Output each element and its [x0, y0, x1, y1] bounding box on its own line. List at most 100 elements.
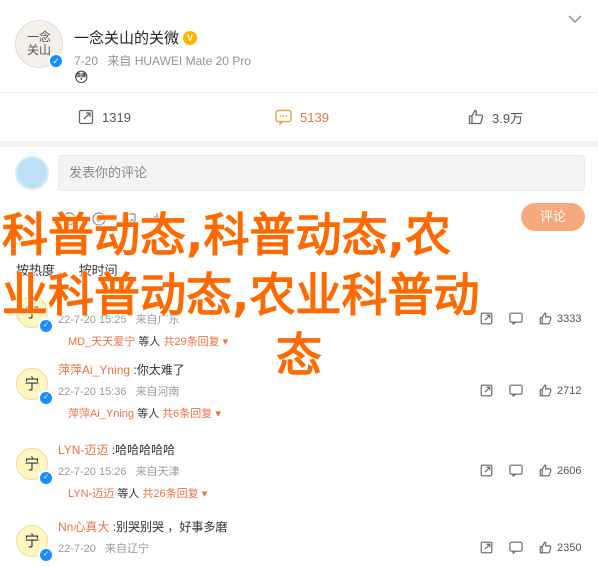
- comment-time: 22-7-20: [58, 543, 96, 555]
- chevron-down-icon[interactable]: [568, 14, 582, 24]
- comment-like-button[interactable]: 2606: [539, 464, 581, 477]
- tab-sort-time[interactable]: 按时间: [79, 263, 118, 278]
- comment-reply-summary[interactable]: 萍萍Ai_Yning 等人 共6条回复 ▾: [68, 405, 221, 421]
- comment-meta: 22-7-20 15:25 来自广东: [58, 311, 186, 327]
- comment-meta: 22-7-20 15:36 来自河南: [58, 383, 186, 399]
- comment-location: 来自河南: [135, 386, 180, 398]
- comment-actions: 3333: [480, 312, 581, 325]
- comment-submit-button[interactable]: 评论: [521, 203, 585, 231]
- comment-like-count: 2350: [557, 541, 582, 554]
- verified-icon: ✓: [38, 470, 54, 486]
- comment-reply-summary[interactable]: MD_天天爱宁 等人 共29条回复 ▾: [68, 333, 228, 349]
- comment-actions: 2712: [480, 384, 581, 397]
- tab-sort-hot[interactable]: 按热度: [16, 263, 55, 278]
- comment-text-line: 萍萍Ai_Yning :你太难了: [58, 361, 185, 378]
- post-emoji: 😳: [74, 69, 89, 85]
- comment-username[interactable]: Nn心真大: [58, 520, 109, 534]
- verified-icon: ✓: [38, 390, 54, 406]
- verified-icon: ✓: [48, 53, 64, 69]
- hashtag-icon[interactable]: [152, 212, 166, 226]
- post-meta: 7-20 来自 HUAWEI Mate 20 Pro: [74, 52, 257, 69]
- vip-badge-icon: V: [183, 30, 198, 45]
- thumbs-up-icon: [539, 541, 552, 554]
- like-button[interactable]: 3.9万: [468, 104, 523, 130]
- comment-text: :别哭别哭 ，好事多磨: [112, 520, 228, 534]
- comment-like-count: 2606: [557, 464, 582, 477]
- post-source: 来自 HUAWEI Mate 20 Pro: [107, 54, 251, 68]
- reply-count-link[interactable]: 共6条回复: [162, 408, 212, 420]
- comment-text-line: Nn心真大 :别哭别哭 ，好事多磨: [58, 518, 227, 535]
- share-icon[interactable]: [480, 312, 493, 325]
- verified-icon: ✓: [38, 318, 54, 334]
- reply-count-link[interactable]: 共26条回复: [142, 488, 198, 500]
- caret-down-icon: ▾: [222, 336, 229, 348]
- like-count: 3.9万: [492, 110, 524, 126]
- comment-like-count: 3333: [557, 312, 582, 325]
- share-icon[interactable]: [480, 464, 493, 477]
- comment-count: 5139: [300, 109, 329, 125]
- comment-time: 22-7-20 15:36: [58, 386, 127, 398]
- reply-username[interactable]: 萍萍Ai_Yning: [68, 408, 134, 420]
- reply-icon[interactable]: [509, 464, 523, 477]
- comment-location: 来自天津: [135, 466, 180, 478]
- comment-like-button[interactable]: 3333: [539, 312, 581, 325]
- comment-text: :你太难了: [133, 363, 185, 377]
- comment-actions: 2606: [480, 464, 581, 477]
- comment-like-count: 2712: [557, 384, 582, 397]
- comment-text: :哈哈哈哈哈: [111, 443, 176, 457]
- thumbs-up-icon: [539, 384, 552, 397]
- comment-text-line: LYN-迈迈 :哈哈哈哈哈: [58, 441, 175, 458]
- reply-username[interactable]: LYN-迈迈: [68, 488, 114, 500]
- share-button[interactable]: 1319: [78, 104, 131, 130]
- reply-count-link[interactable]: 共29条回复: [163, 336, 219, 348]
- comment-avatar-text: 宁: [24, 375, 40, 393]
- reply-icon[interactable]: [509, 541, 523, 554]
- overlay-watermark-text: 科普动态,科普动态,农 业科普动态,农业科普动 态: [2, 205, 596, 385]
- reply-icon[interactable]: [509, 312, 523, 325]
- comment-input[interactable]: 发表你的评论: [58, 155, 585, 191]
- comment-username[interactable]: LYN-迈迈: [58, 443, 108, 457]
- comment-sort-tabs: 按热度 按时间: [16, 260, 138, 279]
- comment-location: 来自辽宁: [104, 543, 149, 555]
- reply-text: 等人: [137, 408, 160, 420]
- thumbs-up-icon: [539, 312, 552, 325]
- share-icon[interactable]: [480, 541, 493, 554]
- thumbs-up-icon: [468, 109, 484, 125]
- comment-location: 来自广东: [135, 314, 180, 326]
- comment-icon: [275, 109, 292, 125]
- comment-like-button[interactable]: 2350: [539, 541, 581, 554]
- comment-time: 22-7-20 15:26: [58, 466, 127, 478]
- comment-reply-summary[interactable]: LYN-迈迈 等人 共26条回复 ▾: [68, 485, 207, 501]
- comment-input-placeholder: 发表你的评论: [69, 165, 148, 180]
- comment-meta: 22-7-20 来自辽宁: [58, 540, 155, 556]
- reply-text: 等人: [138, 336, 161, 348]
- my-avatar: [15, 156, 49, 190]
- reply-icon[interactable]: [509, 384, 523, 397]
- post-author-name-text: 一念关山的关微: [74, 30, 180, 47]
- mention-icon[interactable]: [92, 212, 106, 226]
- caret-down-icon: ▾: [201, 488, 208, 500]
- comment-avatar-text: 宁: [24, 303, 40, 321]
- emoji-icon[interactable]: [62, 212, 76, 226]
- comment-avatar-text: 宁: [24, 532, 40, 550]
- post-author-name[interactable]: 一念关山的关微 V: [74, 27, 198, 48]
- share-icon: [78, 109, 94, 125]
- image-icon[interactable]: [122, 212, 136, 226]
- post-time: 7-20: [74, 54, 99, 68]
- share-count: 1319: [102, 109, 131, 125]
- comment-like-button[interactable]: 2712: [539, 384, 581, 397]
- thumbs-up-icon: [539, 464, 552, 477]
- verified-icon: ✓: [38, 547, 54, 563]
- share-icon[interactable]: [480, 384, 493, 397]
- comment-button[interactable]: 5139: [275, 104, 329, 130]
- caret-down-icon: ▾: [215, 408, 221, 420]
- reply-username[interactable]: MD_天天爱宁: [68, 336, 135, 348]
- section-divider: [0, 141, 598, 147]
- comment-username[interactable]: 萍萍Ai_Yning: [58, 363, 130, 377]
- comment-meta: 22-7-20 15:26 来自天津: [58, 463, 186, 479]
- comment-avatar-text: 宁: [24, 455, 40, 473]
- header-divider: [0, 92, 598, 93]
- reply-text: 等人: [117, 488, 140, 500]
- comment-actions: 2350: [480, 541, 581, 554]
- post-author-avatar-text: 一念 关山: [26, 30, 51, 57]
